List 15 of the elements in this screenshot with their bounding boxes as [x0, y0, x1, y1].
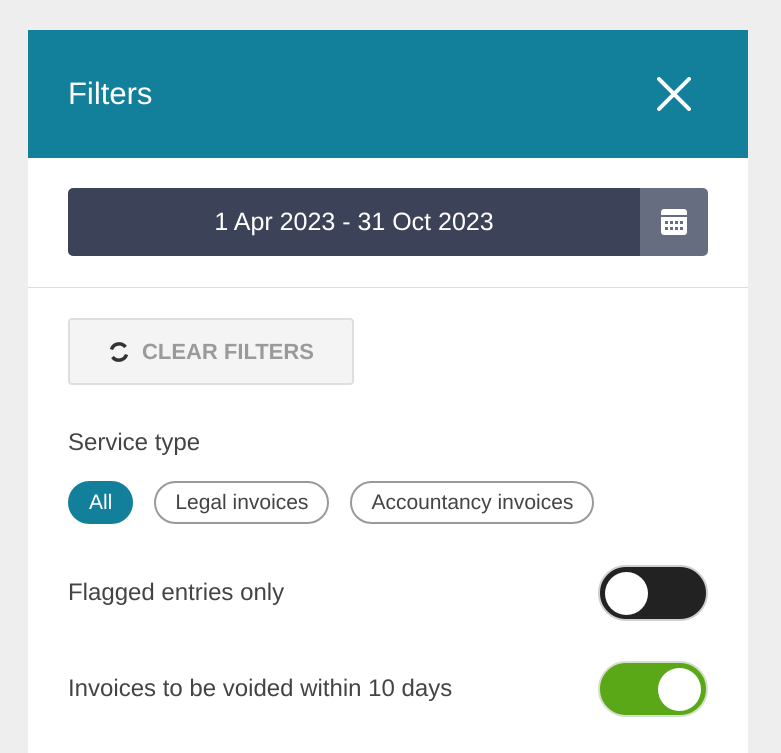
- calendar-icon: [661, 209, 687, 235]
- panel-title: Filters: [68, 76, 152, 112]
- toggle-label: Flagged entries only: [68, 579, 284, 607]
- filter-chip[interactable]: Accountancy invoices: [350, 481, 594, 524]
- filter-chip[interactable]: All: [68, 481, 134, 524]
- switch-knob: [605, 572, 648, 614]
- close-icon: [657, 77, 691, 111]
- calendar-button[interactable]: [640, 188, 708, 256]
- toggle-label: Invoices to be voided within 10 days: [68, 675, 452, 703]
- refresh-icon: [108, 340, 130, 362]
- close-button[interactable]: [656, 76, 692, 112]
- section-label: Service type: [68, 428, 202, 458]
- switch-knob: [658, 668, 701, 710]
- filter-chip[interactable]: Legal invoices: [154, 481, 330, 524]
- date-range-field[interactable]: 1 Apr 2023 - 31 Oct 2023: [68, 188, 640, 256]
